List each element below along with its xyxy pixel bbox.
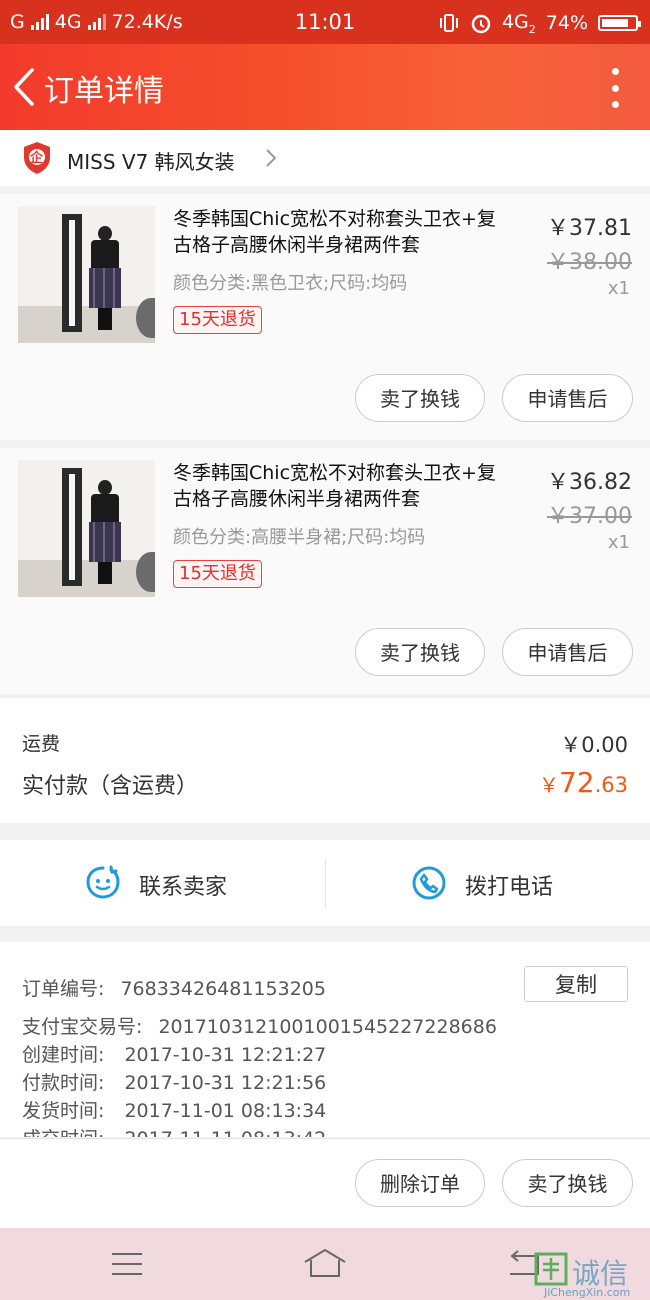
status-right: 4G2 74%: [438, 11, 641, 36]
original-price: ￥38.00: [547, 250, 632, 275]
done-row: 成交时间: 2017-11-11 08:13:42: [22, 1124, 326, 1137]
paid-currency: ￥: [538, 773, 559, 797]
payment-summary: 运费 ￥0.00 实付款（含运费） ￥72.63: [0, 698, 650, 823]
quantity: x1: [607, 278, 630, 299]
shipped-value: 2017-11-01 08:13:34: [124, 1100, 327, 1122]
product-name[interactable]: 冬季韩国Chic宽松不对称套头卫衣+复古格子高腰休闲半身裙两件套: [173, 460, 513, 512]
contact-bar: 联系卖家 拨打电话: [0, 840, 650, 926]
chat-bubble-icon: [86, 865, 120, 899]
paid-decimal: .63: [594, 773, 628, 797]
sell-button[interactable]: 卖了换钱: [355, 628, 485, 676]
home-icon[interactable]: [303, 1248, 347, 1278]
chevron-right-icon: [266, 149, 277, 167]
copy-button[interactable]: 复制: [524, 966, 628, 1002]
shop-name: MISS V7 韩风女装: [67, 150, 235, 174]
order-info: 订单编号: 76833426481153205 复制 支付宝交易号: 20171…: [0, 942, 650, 1137]
menu-icon[interactable]: [111, 1252, 143, 1276]
alipay-value: 2017103121001001545227228686: [158, 1016, 497, 1038]
order-number-label: 订单编号:: [22, 978, 105, 1000]
paid-label: 实付款（含运费）: [22, 774, 199, 799]
bottom-actions: 删除订单 卖了换钱: [0, 1138, 650, 1228]
original-price: ￥37.00: [547, 504, 632, 529]
product-thumbnail[interactable]: [18, 206, 155, 343]
paid-time-label: 付款时间:: [22, 1072, 105, 1094]
nav-bar: 订单详情: [0, 44, 650, 130]
created-label: 创建时间:: [22, 1044, 105, 1066]
product-spec: 颜色分类:黑色卫衣;尺码:均码: [173, 273, 408, 294]
order-item[interactable]: 冬季韩国Chic宽松不对称套头卫衣+复古格子高腰休闲半身裙两件套 颜色分类:黑色…: [0, 194, 650, 440]
contact-seller-button[interactable]: 联系卖家: [0, 840, 325, 926]
network-right-sub: 2: [528, 22, 536, 36]
shipping-label: 运费: [22, 733, 61, 755]
sell-button[interactable]: 卖了换钱: [502, 1159, 633, 1207]
delete-order-button[interactable]: 删除订单: [355, 1159, 485, 1207]
shipped-row: 发货时间: 2017-11-01 08:13:34: [22, 1096, 326, 1123]
product-name[interactable]: 冬季韩国Chic宽松不对称套头卫衣+复古格子高腰休闲半身裙两件套: [173, 206, 513, 258]
vibrate-icon: [439, 14, 458, 33]
after-sale-button[interactable]: 申请售后: [502, 628, 633, 676]
shop-badge-text: 企: [30, 151, 44, 166]
more-options-icon[interactable]: [610, 68, 620, 108]
return-policy-badge: 15天退货: [173, 560, 262, 588]
paid-time-value: 2017-10-31 12:21:56: [124, 1072, 327, 1094]
battery-percent: 74%: [545, 12, 588, 35]
order-number-row: 订单编号: 76833426481153205: [22, 974, 326, 1001]
order-number-value[interactable]: 76833426481153205: [120, 978, 326, 1000]
paid-time-row: 付款时间: 2017-10-31 12:21:56: [22, 1068, 326, 1095]
shop-row[interactable]: 企 MISS V7 韩风女装: [0, 130, 650, 186]
phone-icon: [412, 866, 446, 900]
network-right-label: 4G: [501, 11, 529, 33]
alipay-row: 支付宝交易号: 2017103121001001545227228686: [22, 1012, 497, 1039]
quantity: x1: [607, 532, 630, 553]
order-item[interactable]: 冬季韩国Chic宽松不对称套头卫衣+复古格子高腰休闲半身裙两件套 颜色分类:高腰…: [0, 448, 650, 694]
product-spec: 颜色分类:高腰半身裙;尺码:均码: [173, 527, 426, 548]
contact-seller-label: 联系卖家: [139, 875, 228, 900]
battery-icon: [598, 15, 641, 32]
watermark: 诚信 JiChengXin.com: [532, 1250, 650, 1300]
call-phone-button[interactable]: 拨打电话: [325, 840, 650, 926]
paid-integer: 72: [558, 766, 595, 799]
watermark-logo-icon: [534, 1252, 568, 1286]
return-policy-badge: 15天退货: [173, 306, 262, 334]
alipay-label: 支付宝交易号:: [22, 1016, 143, 1038]
done-label: 成交时间:: [22, 1128, 104, 1137]
paid-total: ￥72.63: [539, 766, 628, 799]
watermark-sub: JiChengXin.com: [544, 1286, 631, 1299]
created-value: 2017-10-31 12:21:27: [124, 1044, 327, 1066]
alarm-icon: [471, 15, 491, 34]
shipping-value: ￥0.00: [560, 733, 628, 757]
call-phone-label: 拨打电话: [465, 875, 554, 900]
sell-button[interactable]: 卖了换钱: [355, 374, 485, 422]
done-value: 2017-11-11 08:13:42: [124, 1128, 326, 1137]
created-row: 创建时间: 2017-10-31 12:21:27: [22, 1040, 326, 1067]
after-sale-button[interactable]: 申请售后: [502, 374, 633, 422]
product-price: ￥36.82: [547, 470, 632, 495]
product-thumbnail[interactable]: [18, 460, 155, 597]
product-price: ￥37.81: [547, 216, 632, 241]
back-arrow-icon[interactable]: [8, 64, 42, 110]
network-right: 4G2: [502, 11, 536, 36]
page-title: 订单详情: [44, 74, 164, 109]
shipped-label: 发货时间:: [22, 1100, 105, 1122]
status-bar: G 4G 72.4K/s 11:01 4G2 74%: [0, 0, 650, 44]
